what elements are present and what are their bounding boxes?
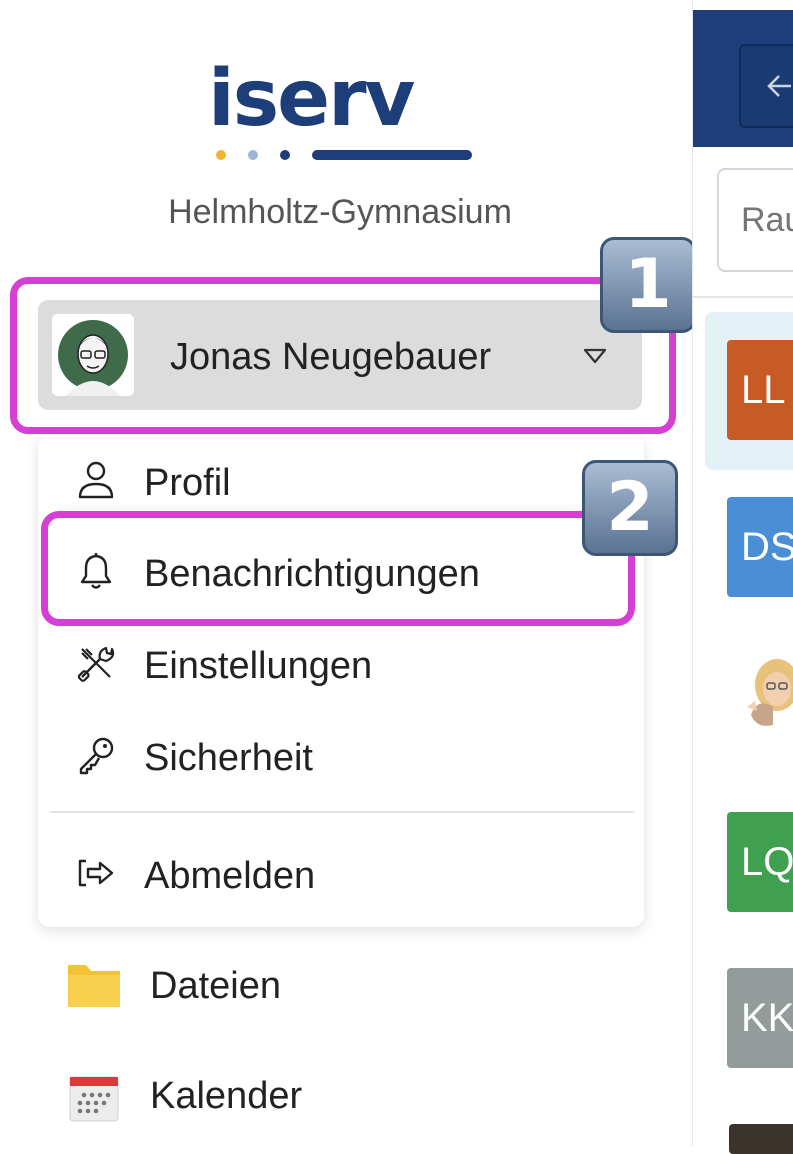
sidebar: iserv Helmholtz-Gymnasium Jonas Neugebau… [0,0,696,1146]
step-badge-1: 1 [600,237,696,333]
logo-dot [280,150,290,160]
top-bar [693,10,793,147]
menu-item-label: Profil [144,462,231,504]
room-thumbnail[interactable] [729,1124,793,1154]
iserv-logo[interactable]: iserv [208,60,478,170]
logout-icon [78,859,114,887]
menu-item-label: Sicherheit [144,737,313,779]
step-badge-2: 2 [582,460,678,556]
logo-dot [248,150,258,160]
nav-item-label: Dateien [150,965,281,1007]
highlight-box-user-button [10,277,676,434]
arrow-left-icon [767,75,791,97]
menu-item-profil[interactable]: Profil [38,440,644,520]
calendar-icon [69,1076,119,1122]
nav-item-label: Kalender [150,1075,303,1117]
user-dropdown-menu: Profil Benachrichtigungen Einstellungen [38,435,644,927]
tools-icon [77,646,115,682]
school-name: Helmholtz-Gymnasium [168,193,512,231]
room-badge-ds[interactable]: DS [727,497,793,597]
main-content-panel: LL DS LQ KK [692,0,793,1154]
room-avatar-emoji[interactable] [743,655,793,735]
nav-item-kalender[interactable]: Kalender [60,1055,660,1135]
key-icon [79,737,114,775]
room-search-input[interactable] [717,168,793,272]
divider [693,296,793,298]
logo-bar [312,150,472,160]
nav-item-dateien[interactable]: Dateien [60,945,660,1025]
menu-divider [50,811,634,813]
menu-item-sicherheit[interactable]: Sicherheit [38,715,644,795]
room-badge-ll[interactable]: LL [727,340,793,440]
highlight-box-benachrichtigungen [41,511,635,626]
folder-icon [68,965,120,1007]
menu-item-label: Einstellungen [144,645,373,687]
logo-wordmark: iserv [208,54,415,144]
menu-item-abmelden[interactable]: Abmelden [38,833,644,913]
logo-dot [216,150,226,160]
back-button[interactable] [739,44,793,128]
room-badge-kk[interactable]: KK [727,968,793,1068]
person-icon [78,461,114,499]
menu-item-einstellungen[interactable]: Einstellungen [38,623,644,703]
room-badge-lq[interactable]: LQ [727,812,793,912]
menu-item-label: Abmelden [144,855,316,897]
